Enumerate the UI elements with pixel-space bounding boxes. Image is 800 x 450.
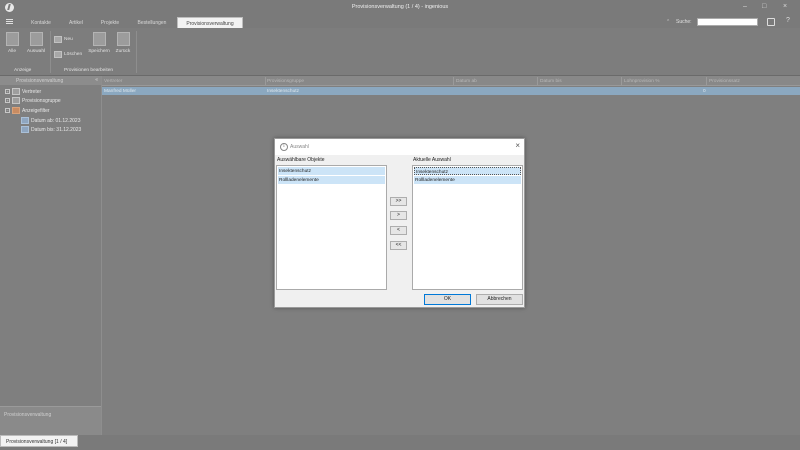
collapse-icon[interactable]: « <box>95 77 98 83</box>
delete-icon[interactable] <box>54 51 62 58</box>
table-row[interactable]: Manfred Müller Insektenschutz 0 <box>102 87 800 95</box>
hamburger-menu-icon[interactable] <box>6 19 13 25</box>
column-separator[interactable] <box>706 77 707 85</box>
group-view-label: Anzeige <box>14 68 32 73</box>
expand-icon[interactable]: + <box>5 98 10 103</box>
sidebar-item-anzeigefilter[interactable]: − Anzeigefilter <box>0 107 100 115</box>
all-button-label: Alle <box>8 49 16 54</box>
dialog-title-bar: i Auswahl × <box>275 139 524 155</box>
collapse-tree-icon[interactable]: − <box>5 108 10 113</box>
column-separator[interactable] <box>621 77 622 85</box>
cancel-button[interactable]: Abbrechen <box>476 294 523 305</box>
calendar-icon <box>21 117 29 124</box>
maximize-icon[interactable]: □ <box>762 3 766 10</box>
title-bar: Provisionsverwaltung (1 / 4) - ingenious… <box>0 0 800 16</box>
save-disk-icon <box>92 32 106 46</box>
chevron-up-icon[interactable]: ⌃ <box>666 19 670 25</box>
move-left-button[interactable]: < <box>390 226 407 235</box>
move-right-button[interactable]: > <box>390 211 407 220</box>
column-separator[interactable] <box>537 77 538 85</box>
all-button[interactable]: Alle <box>4 32 20 54</box>
table-cell: 0 <box>703 89 706 94</box>
column-separator[interactable] <box>265 77 266 85</box>
sidebar-item-label: Vertreter <box>22 89 42 95</box>
table-filter-icon <box>29 32 43 46</box>
column-separator[interactable] <box>453 77 454 85</box>
current-selection-list[interactable]: Insektenschutz Rollladenelemente <box>412 165 523 290</box>
sidebar-title: Provisionsverwaltung <box>16 78 64 84</box>
list-item[interactable]: Rollladenelemente <box>414 176 521 184</box>
column-header[interactable]: Provisionsgruppe <box>267 79 304 84</box>
move-all-left-button[interactable]: << <box>390 241 407 250</box>
info-icon: i <box>280 143 288 151</box>
filter-date-from[interactable]: Datum ab: 01.12.2023 <box>0 117 100 125</box>
menu-bar: Kontakte Artikel Projekte Bestellungen P… <box>0 16 800 28</box>
available-objects-label: Auswählbare Objekte <box>277 157 325 163</box>
sidebar-item-provisionsgruppe[interactable]: + Provisionsgruppe <box>0 97 100 105</box>
grid-header: Vertreter Provisionsgruppe Datum ab Datu… <box>102 76 800 86</box>
dialog-title: Auswahl <box>290 144 309 150</box>
list-item[interactable]: Rollladenelemente <box>278 176 385 184</box>
move-all-right-button[interactable]: >> <box>390 197 407 206</box>
selection-button[interactable]: Auswahl <box>24 32 48 54</box>
ribbon-separator <box>50 31 51 73</box>
search-input[interactable] <box>697 18 758 26</box>
filter-date-to-label: Datum bis: 31.12.2023 <box>31 127 82 133</box>
print-icon[interactable] <box>767 18 775 26</box>
column-header[interactable]: Lohnprovision % <box>624 79 659 84</box>
status-bar: Provisionsverwaltung [1 / 4] <box>0 435 800 450</box>
column-header[interactable]: Datum bis <box>540 79 562 84</box>
filter-icon <box>12 107 20 114</box>
sidebar-bottom-panel: Provisionsverwaltung <box>0 406 101 435</box>
expand-icon[interactable]: + <box>5 89 10 94</box>
calendar-icon <box>21 126 29 133</box>
sidebar: Provisionsverwaltung « + Vertreter + Pro… <box>0 76 102 435</box>
delete-button-label[interactable]: Löschen <box>64 52 82 57</box>
window-title: Provisionsverwaltung (1 / 4) - ingenious <box>351 4 449 10</box>
back-button-label: Zurück <box>115 49 131 54</box>
sidebar-item-label: Anzeigefilter <box>22 108 50 114</box>
column-header[interactable]: Vertreter <box>104 79 122 84</box>
list-icon <box>12 97 20 104</box>
new-icon[interactable] <box>54 36 62 43</box>
ribbon: Alle Auswahl Anzeige Neu Löschen Speiche… <box>0 28 800 76</box>
status-tab[interactable]: Provisionsverwaltung [1 / 4] <box>0 435 78 447</box>
sidebar-item-vertreter[interactable]: + Vertreter <box>0 88 100 96</box>
sidebar-header: Provisionsverwaltung « <box>0 76 101 85</box>
close-icon[interactable]: × <box>515 142 520 150</box>
help-icon[interactable]: ? <box>786 17 790 24</box>
new-button-label[interactable]: Neu <box>64 37 73 42</box>
list-item[interactable]: Insektenschutz <box>278 167 385 175</box>
save-button-label: Speichern <box>88 49 110 54</box>
save-button[interactable]: Speichern <box>86 32 112 54</box>
ribbon-separator <box>136 31 137 73</box>
table-cell: Manfred Müller <box>104 89 136 94</box>
column-header[interactable]: Datum ab <box>456 79 477 84</box>
table-cell: Insektenschutz <box>267 89 299 94</box>
tab-provisionsverwaltung[interactable]: Provisionsverwaltung <box>177 17 243 28</box>
tab-projekte[interactable]: Projekte <box>94 17 126 28</box>
available-objects-list[interactable]: Insektenschutz Rollladenelemente <box>276 165 387 290</box>
tab-artikel[interactable]: Artikel <box>62 17 90 28</box>
current-selection-label: Aktuelle Auswahl <box>413 157 451 163</box>
selection-button-label: Auswahl <box>26 49 46 54</box>
group-edit-label: Provisionen bearbeiten <box>64 68 114 73</box>
list-item[interactable]: Insektenschutz <box>414 167 521 175</box>
sidebar-bottom-title: Provisionsverwaltung <box>4 412 52 418</box>
tab-bestellungen[interactable]: Bestellungen <box>130 17 174 28</box>
back-button[interactable]: Zurück <box>113 32 133 54</box>
sidebar-item-label: Provisionsgruppe <box>22 98 61 104</box>
tab-kontakte[interactable]: Kontakte <box>24 17 58 28</box>
filter-date-to[interactable]: Datum bis: 31.12.2023 <box>0 126 100 134</box>
close-window-icon[interactable]: × <box>783 3 787 10</box>
filter-date-from-label: Datum ab: 01.12.2023 <box>31 118 81 124</box>
list-icon <box>12 88 20 95</box>
ok-button[interactable]: OK <box>424 294 471 305</box>
search-label: Suche: <box>676 19 692 25</box>
table-icon <box>5 32 19 46</box>
minimize-icon[interactable]: – <box>743 3 747 10</box>
column-header[interactable]: Provisionssatz <box>709 79 740 84</box>
back-arrow-icon <box>116 32 130 46</box>
